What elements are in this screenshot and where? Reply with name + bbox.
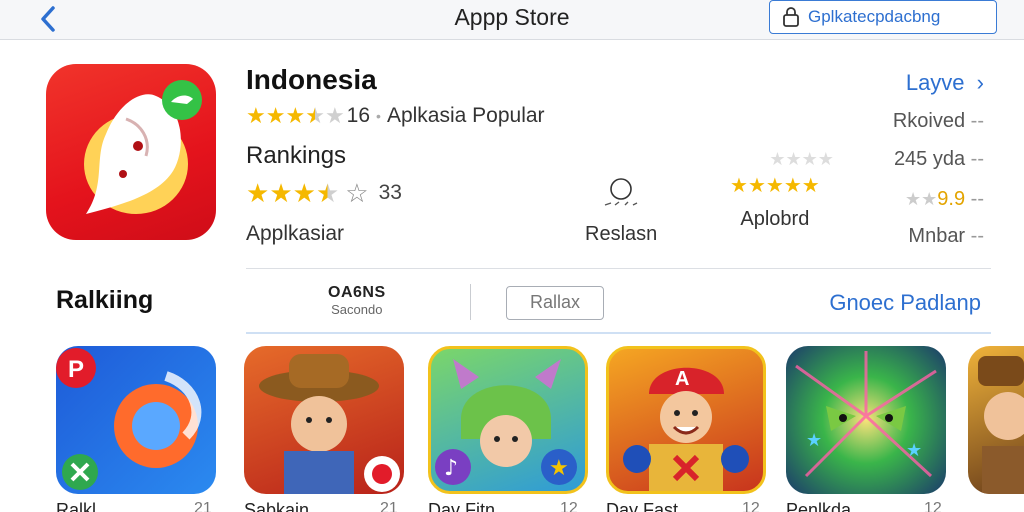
- star-outline-icon: ☆: [345, 178, 369, 208]
- game-tile-5[interactable]: ★ ★: [786, 346, 946, 494]
- score-text: ★★9.9 --: [905, 188, 984, 210]
- layve-link[interactable]: Layve ›: [906, 70, 984, 96]
- star-icon: ★: [783, 175, 802, 197]
- status-value: Rkoived: [892, 110, 966, 132]
- star-icon: ★: [730, 175, 748, 197]
- game-1-art-icon: P: [56, 348, 202, 490]
- tab-underline: [246, 332, 991, 334]
- tab-divider: [470, 284, 471, 320]
- chevron-right-icon: ›: [976, 70, 984, 95]
- mnbar-value: Mnbar: [908, 225, 966, 247]
- star-icon: ★: [285, 103, 306, 128]
- rankings-count: 33: [378, 181, 402, 204]
- rating-row: ★ ★ ★ ★ ★ 16 • Aplkasia Popular: [246, 104, 545, 128]
- tab-oasns-subtitle: Sacondo: [331, 302, 383, 317]
- game-tile-4[interactable]: A: [606, 346, 766, 494]
- star-half-icon: ★: [315, 178, 340, 208]
- game-1-label: Ralkl...: [56, 500, 112, 512]
- game-tile-1[interactable]: P: [56, 346, 216, 494]
- game-2-art-icon: [259, 354, 400, 494]
- app-icon[interactable]: [46, 64, 216, 240]
- upload-stat: ★★★★★ Aplobrd: [730, 175, 820, 231]
- game-4-label: Day Fast...: [606, 500, 694, 512]
- separator-dot: •: [376, 108, 381, 124]
- game-6-art-icon: [978, 356, 1024, 494]
- game-2-num: 21: [380, 500, 398, 512]
- years-value: 245 yda: [893, 148, 966, 170]
- release-label: Reslasn: [585, 223, 658, 245]
- game-5-num: 12: [924, 500, 942, 512]
- game-5-label: Penlkda...: [786, 500, 867, 512]
- upload-stars: ★★★★★: [730, 175, 820, 198]
- svg-text:A: A: [675, 368, 689, 390]
- game-4-num: 12: [742, 500, 760, 512]
- svg-text:P: P: [68, 356, 84, 383]
- star-icon: ★: [269, 178, 293, 208]
- svg-text:★: ★: [806, 430, 822, 451]
- score-value: 9.9: [937, 188, 966, 210]
- star-icon: ★: [765, 175, 784, 197]
- score-stars: ★★: [905, 189, 938, 209]
- game-3-num: 12: [560, 500, 578, 512]
- game-2-label: Sabkain...: [244, 500, 325, 512]
- rating-count: 16: [346, 104, 371, 127]
- nav-action-label: Gplkatecpdacbng: [808, 7, 941, 26]
- app-category: Aplkasia Popular: [386, 104, 545, 127]
- tab-oasns[interactable]: OA6NS Sacondo: [328, 284, 386, 317]
- divider: [246, 268, 991, 269]
- rating-stars: ★ ★ ★ ★ ★: [246, 105, 345, 127]
- game-4-art-icon: A: [623, 367, 749, 491]
- layve-link-label: Layve: [905, 70, 965, 95]
- rankings-stars: ★ ★ ★ ★ ☆: [246, 180, 369, 206]
- lock-icon: [783, 7, 799, 27]
- star-empty-icon: ★: [324, 103, 345, 128]
- release-icon: [604, 178, 638, 206]
- upload-label: Aplobrd: [740, 208, 810, 230]
- app-logo-icon: [84, 80, 202, 214]
- star-half-icon: ★: [305, 103, 325, 128]
- see-all-link[interactable]: Gnoec Padlanp: [829, 290, 981, 316]
- top-nav-bar: Appp Store Gplkatecpdacbng: [0, 0, 1024, 40]
- star-icon: ★: [265, 103, 286, 128]
- release-stat: Reslasn: [585, 175, 657, 246]
- nav-action-button[interactable]: Gplkatecpdacbng: [769, 0, 997, 34]
- star-icon: ★: [246, 103, 266, 128]
- years-text: ★★★★ 245 yda --: [769, 148, 984, 170]
- rankings-label: Rankings: [246, 142, 347, 169]
- rankings-row: ★ ★ ★ ★ ☆ 33: [246, 180, 402, 206]
- tab-rallax-button[interactable]: Rallax: [506, 286, 604, 320]
- game-1-num: 21: [194, 500, 212, 512]
- faded-stars: ★★★★: [769, 149, 834, 169]
- star-icon: ★: [801, 175, 820, 197]
- app-name: Indonesia: [246, 64, 377, 95]
- section-title: Ralkiing: [56, 286, 154, 314]
- svg-text:♪: ♪: [444, 456, 458, 481]
- app-footer-label: Applkasiar: [246, 222, 345, 245]
- tab-oasns-title: OA6NS: [328, 284, 386, 301]
- svg-text:★: ★: [549, 456, 569, 481]
- game-3-label: Dav Fitn...: [428, 500, 511, 512]
- game-tile-2[interactable]: [244, 346, 404, 494]
- star-icon: ★: [292, 178, 316, 208]
- game-3-art-icon: ♪ ★: [435, 359, 577, 485]
- game-tile-6-partial[interactable]: [968, 346, 1024, 494]
- svg-text:★: ★: [906, 440, 922, 461]
- mnbar-text: Mnbar --: [908, 225, 984, 247]
- star-icon: ★: [246, 178, 270, 208]
- status-text: Rkoived --: [892, 110, 984, 132]
- star-icon: ★: [747, 175, 766, 197]
- game-5-art-icon: ★ ★: [795, 351, 937, 478]
- game-tile-3[interactable]: ♪ ★: [428, 346, 588, 494]
